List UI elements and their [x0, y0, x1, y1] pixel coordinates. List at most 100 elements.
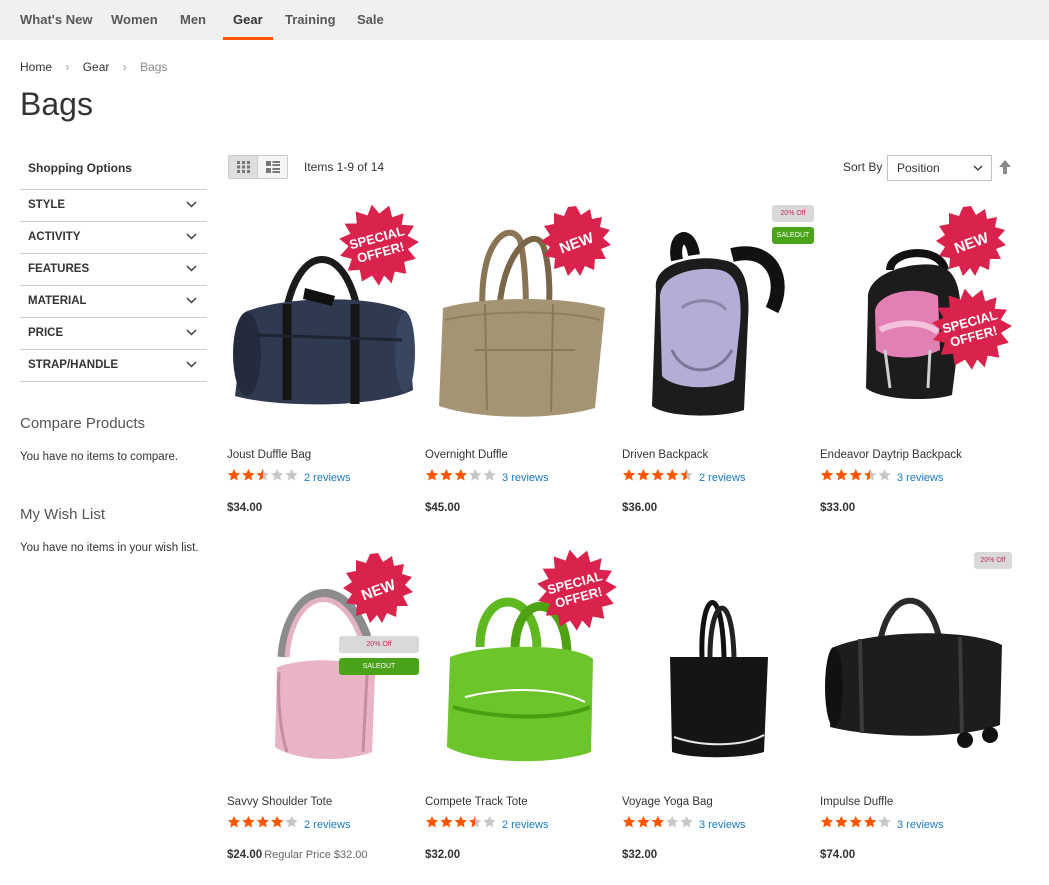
breadcrumb-separator-icon: ›	[122, 60, 127, 74]
filter-features[interactable]: FEATURES	[20, 254, 207, 286]
star-icon	[242, 815, 255, 828]
list-mode-button[interactable]	[257, 155, 288, 179]
star-icon	[864, 815, 877, 828]
price-box: $36.00	[622, 498, 657, 516]
filter-material[interactable]: MATERIAL	[20, 286, 207, 318]
grid-mode-button[interactable]	[228, 155, 258, 179]
product-card: SPECIAL OFFER! Compete Track Tote 2 revi…	[425, 547, 617, 867]
filter-activity[interactable]: ACTIVITY	[20, 222, 207, 254]
product-card: SPECIAL OFFER! Joust Duffle Bag 2 review…	[227, 200, 419, 520]
breadcrumb-gear[interactable]: Gear	[83, 60, 110, 74]
breadcrumb-home[interactable]: Home	[20, 60, 52, 74]
star-icon	[878, 468, 891, 481]
nav-item-women[interactable]: Women	[111, 0, 158, 40]
price-box: $24.00 Regular Price $32.00	[227, 845, 368, 863]
sort-direction-arrow-icon[interactable]	[999, 160, 1011, 174]
product-photo[interactable]	[622, 547, 810, 785]
saleout-badge: SALEOUT	[772, 227, 814, 244]
rating-stars-icon	[227, 468, 299, 487]
star-icon	[454, 815, 467, 828]
chevron-down-icon	[186, 265, 197, 272]
rating-stars-icon	[425, 468, 497, 487]
reviews-link[interactable]: 3 reviews	[699, 819, 745, 831]
star-icon	[622, 468, 636, 481]
star-icon	[666, 468, 679, 481]
star-icon	[483, 468, 496, 481]
reviews-link[interactable]: 2 reviews	[304, 819, 350, 831]
product-card: NEW Overnight Duffle 3 reviews $45.00	[425, 200, 613, 520]
reviews-link[interactable]: 3 reviews	[502, 472, 548, 484]
reviews-link[interactable]: 3 reviews	[897, 819, 943, 831]
wheeled-duffle-image	[825, 597, 1002, 748]
reviews-link[interactable]: 3 reviews	[897, 472, 943, 484]
nav-item-whats-new[interactable]: What's New	[20, 0, 92, 40]
special-offer-burst-icon: SPECIAL OFFER!	[339, 204, 419, 286]
star-icon	[271, 468, 284, 481]
star-icon	[835, 468, 848, 481]
product-price: $45.00	[425, 502, 461, 514]
reviews-link[interactable]: 2 reviews	[502, 819, 548, 831]
nav-item-men[interactable]: Men	[180, 0, 206, 40]
filter-price[interactable]: PRICE	[20, 318, 207, 350]
star-icon	[651, 468, 664, 481]
product-card: NEW 20% Off SALEOUT Savvy Shoulder Tote …	[227, 547, 419, 867]
product-name[interactable]: Savvy Shoulder Tote	[227, 796, 332, 808]
chevron-down-icon	[186, 297, 197, 304]
filter-label: MATERIAL	[28, 295, 87, 307]
product-card: Voyage Yoga Bag 3 reviews $32.00	[622, 547, 810, 867]
star-icon	[849, 815, 862, 828]
product-name[interactable]: Driven Backpack	[622, 449, 708, 461]
breadcrumb-current: Bags	[140, 60, 168, 74]
star-icon	[425, 815, 439, 828]
product-price: $74.00	[820, 849, 856, 861]
product-name[interactable]: Endeavor Daytrip Backpack	[820, 449, 962, 461]
product-name[interactable]: Overnight Duffle	[425, 449, 508, 461]
star-icon	[483, 815, 496, 828]
nav-item-sale[interactable]: Sale	[357, 0, 384, 40]
product-rating: 3 reviews	[820, 468, 943, 484]
rating-stars-icon	[820, 468, 892, 487]
star-icon	[666, 815, 679, 828]
filter-strap-handle[interactable]: STRAP/HANDLE	[20, 350, 207, 382]
product-photo[interactable]	[820, 547, 1008, 785]
reviews-link[interactable]: 2 reviews	[304, 472, 350, 484]
page-title: Bags	[20, 86, 93, 122]
wish-list-title: My Wish List	[20, 506, 106, 523]
star-icon	[242, 468, 255, 481]
price-box: $32.00	[425, 845, 460, 863]
wish-list-empty-text: You have no items in your wish list.	[20, 542, 199, 554]
nav-item-gear[interactable]: Gear	[223, 0, 273, 40]
filter-label: FEATURES	[28, 263, 90, 275]
shopping-options-title: Shopping Options	[20, 150, 207, 190]
product-rating: 2 reviews	[425, 815, 548, 831]
product-name[interactable]: Joust Duffle Bag	[227, 449, 311, 461]
top-navigation: What's New Women Men Gear Training Sale	[0, 0, 1049, 40]
filter-style[interactable]: STYLE	[20, 190, 207, 222]
star-icon	[878, 815, 891, 828]
star-icon	[285, 468, 298, 481]
sort-by-select[interactable]: Position	[887, 155, 992, 181]
discount-badge: 20% Off	[974, 552, 1012, 569]
star-icon	[820, 468, 834, 481]
chevron-down-icon	[186, 201, 197, 208]
price-box: $45.00	[425, 498, 460, 516]
product-price: $24.00	[227, 849, 263, 861]
star-icon	[680, 815, 693, 828]
star-icon	[637, 468, 650, 481]
rating-stars-icon	[622, 815, 694, 834]
compare-products-empty-text: You have no items to compare.	[20, 451, 179, 463]
chevron-down-icon	[973, 165, 983, 171]
discount-badge: 20% Off	[339, 636, 419, 653]
nav-item-training[interactable]: Training	[285, 0, 336, 40]
star-icon	[256, 468, 269, 481]
star-icon	[820, 815, 834, 828]
reviews-link[interactable]: 2 reviews	[699, 472, 745, 484]
special-offer-burst-icon: SPECIAL OFFER!	[932, 288, 1012, 370]
star-icon	[271, 815, 284, 828]
product-name[interactable]: Voyage Yoga Bag	[622, 796, 713, 808]
filter-label: PRICE	[28, 327, 64, 339]
star-icon	[440, 815, 453, 828]
new-badge-burst-icon: NEW	[343, 553, 413, 623]
product-name[interactable]: Impulse Duffle	[820, 796, 893, 808]
product-name[interactable]: Compete Track Tote	[425, 796, 528, 808]
